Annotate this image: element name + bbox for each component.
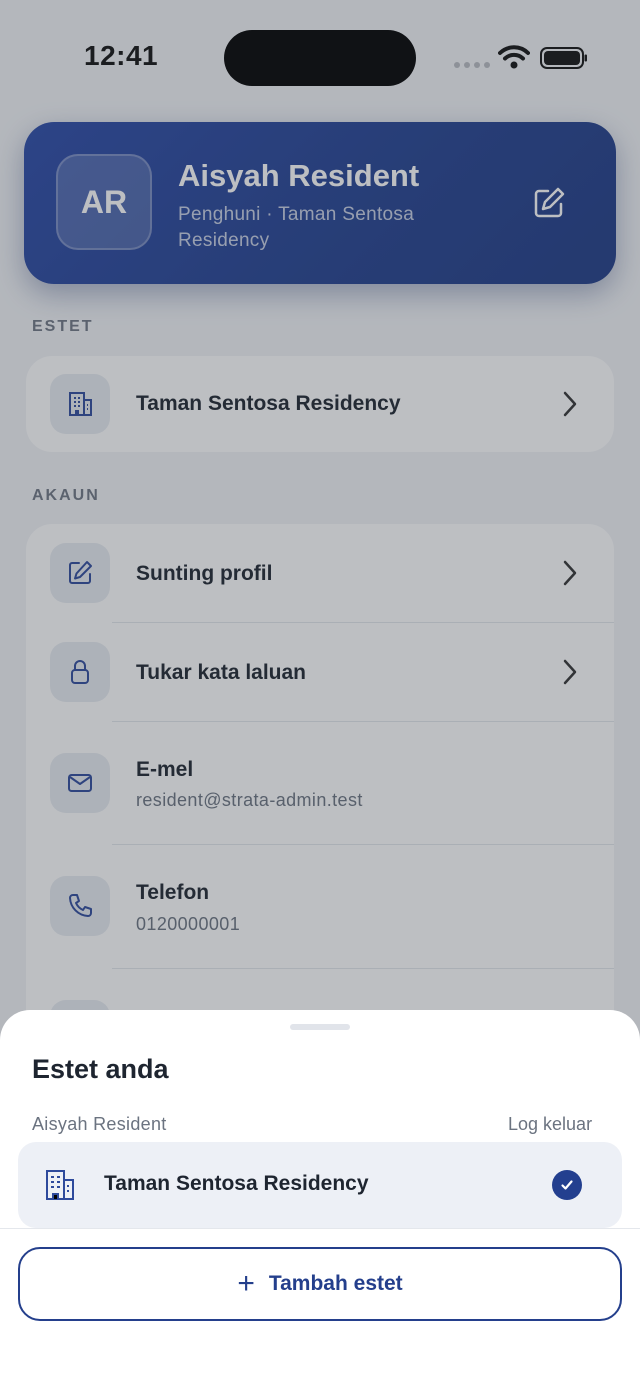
estate-option[interactable]: Taman Sentosa Residency [18, 1142, 622, 1228]
estate-option-name: Taman Sentosa Residency [104, 1172, 369, 1195]
add-estate-button[interactable]: + Tambah estet [18, 1247, 622, 1321]
estate-bottom-sheet: Estet anda Aisyah Resident Log keluar Ta… [0, 1010, 640, 1390]
building-icon [46, 1170, 74, 1200]
sheet-user-name: Aisyah Resident [32, 1114, 167, 1134]
add-estate-label: Tambah estet [268, 1272, 403, 1295]
plus-icon: + [237, 1267, 255, 1300]
check-icon [552, 1170, 582, 1200]
sheet-title: Estet anda [32, 1054, 169, 1084]
logout-link[interactable]: Log keluar [508, 1114, 592, 1135]
divider [0, 1228, 640, 1229]
sheet-grabber[interactable] [290, 1024, 350, 1030]
